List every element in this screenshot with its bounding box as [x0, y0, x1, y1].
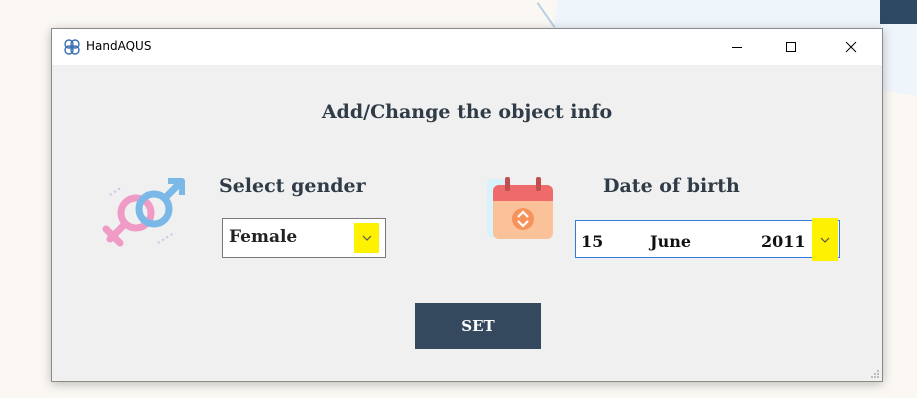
- background-decoration-corner: [880, 0, 917, 24]
- calendar-icon: [487, 177, 553, 239]
- resize-grip-icon[interactable]: [870, 369, 880, 379]
- chevron-down-icon: [820, 237, 830, 243]
- brain-app-icon: [64, 39, 80, 55]
- minimize-button[interactable]: [714, 29, 760, 65]
- dob-year[interactable]: 2011: [761, 232, 806, 251]
- background-decoration-line: [536, 2, 556, 28]
- gender-label: Select gender: [219, 175, 366, 197]
- gender-symbol-icon: [102, 178, 185, 247]
- title-bar[interactable]: HandAQUS: [52, 29, 882, 65]
- dob-label: Date of birth: [603, 175, 740, 197]
- app-window: HandAQUS Add/Change the object info Sele…: [51, 28, 883, 382]
- gender-dropdown-button[interactable]: [354, 223, 379, 253]
- gender-select[interactable]: Female: [222, 218, 386, 258]
- dob-day[interactable]: 15: [581, 232, 603, 251]
- set-button[interactable]: SET: [415, 303, 541, 349]
- close-icon: [845, 41, 857, 53]
- maximize-icon: [786, 42, 796, 52]
- maximize-button[interactable]: [768, 29, 814, 65]
- form-heading: Add/Change the object info: [321, 101, 613, 123]
- dob-dropdown-button[interactable]: [812, 218, 838, 261]
- close-button[interactable]: [828, 29, 874, 65]
- gender-select-value: Female: [229, 227, 298, 247]
- minimize-icon: [732, 47, 742, 48]
- dob-date-picker[interactable]: 15 June 2011: [575, 218, 840, 261]
- window-title: HandAQUS: [86, 39, 152, 53]
- chevron-down-icon: [362, 235, 371, 241]
- dob-month[interactable]: June: [650, 232, 691, 251]
